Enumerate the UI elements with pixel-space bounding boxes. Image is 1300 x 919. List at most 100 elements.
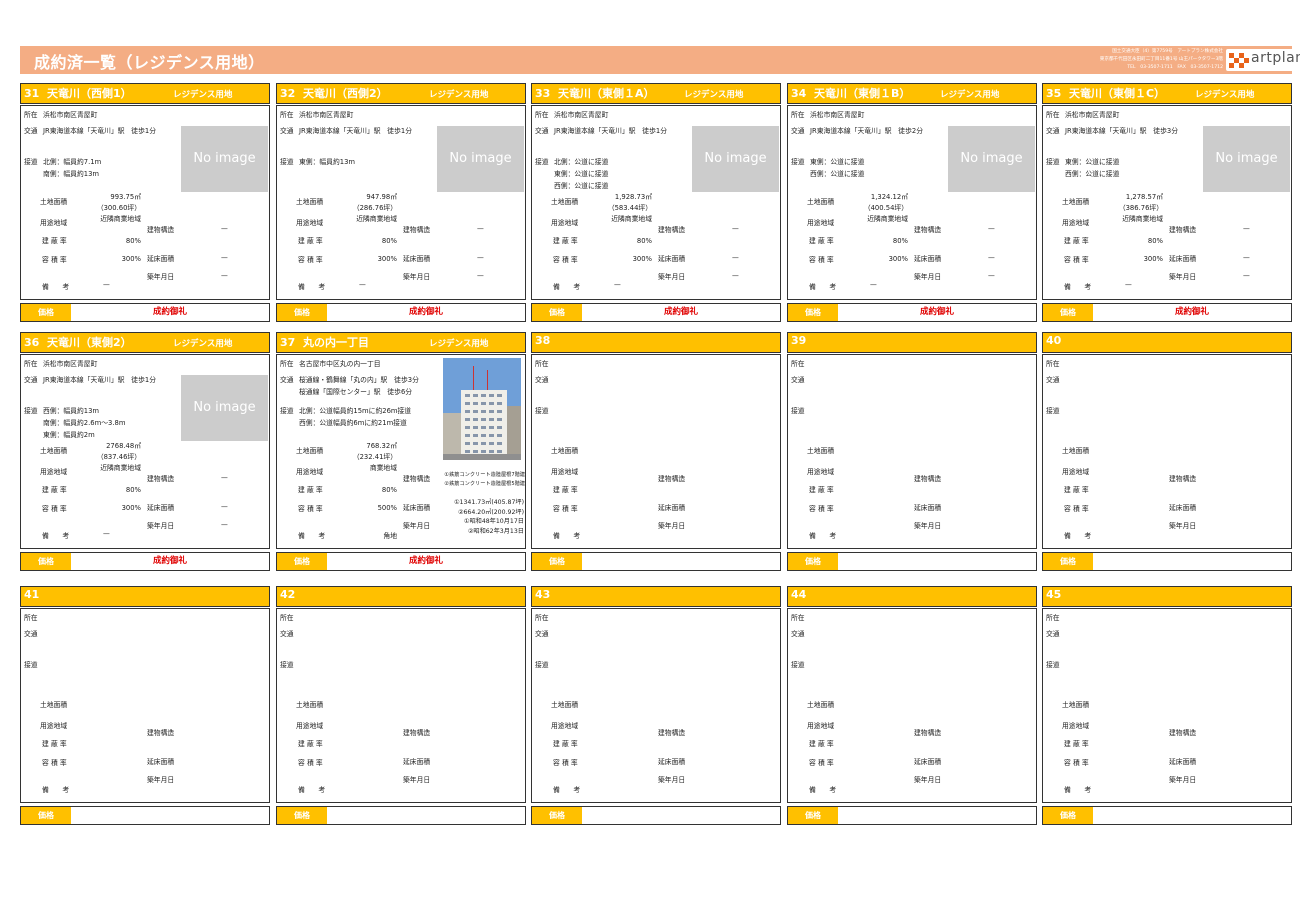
page-banner: 成約済一覧（レジデンス用地） 国土交通大臣（4）第7759号 アートプラン株式会… bbox=[20, 46, 1300, 74]
label-location: 所在 bbox=[1046, 111, 1060, 119]
label-structure: 建物構造 bbox=[658, 226, 686, 234]
zoning-value: 近隣商業地域 bbox=[100, 215, 141, 223]
label-land-area: 土地面積 bbox=[807, 447, 835, 455]
price-status: 成約御礼 bbox=[408, 307, 443, 317]
label-floor-area: 延床面積 bbox=[914, 255, 942, 263]
price-status bbox=[838, 807, 1036, 824]
transport-value: JR東海道本線「天竜川」駅 徒歩1分 bbox=[43, 127, 157, 135]
price-status: 成約御礼 bbox=[663, 307, 698, 317]
location-value: 浜松市南区青屋町 bbox=[43, 111, 98, 119]
label-transport: 交通 bbox=[791, 376, 805, 384]
label-coverage: 建 蔽 率 bbox=[809, 486, 834, 494]
label-zoning: 用途地域 bbox=[1062, 468, 1090, 476]
card-title: 41 bbox=[24, 588, 39, 601]
company-phone: TEL 03-3507-1711 FAX 03-3507-1712 bbox=[1127, 65, 1223, 70]
label-coverage: 建 蔽 率 bbox=[42, 740, 67, 748]
card-body: 所在 交通 接道 土地面積 用途地域建 蔽 率容 積 率備 考建物構造 延床面積 築年月日名… bbox=[276, 354, 526, 549]
price-label: 価格 bbox=[532, 304, 582, 321]
built-value: — bbox=[477, 272, 484, 280]
floor-area-value: ①1341.73㎡(405.87坪) bbox=[454, 499, 524, 506]
card-header: 34 天竜川（東側１B） レジデンス用地 bbox=[787, 83, 1037, 104]
price-row: 価格 bbox=[787, 552, 1037, 571]
label-coverage: 建 蔽 率 bbox=[809, 237, 834, 245]
label-zoning: 用途地域 bbox=[1062, 219, 1090, 227]
coverage-value: 80% bbox=[892, 237, 908, 245]
label-location: 所在 bbox=[535, 360, 549, 368]
transport-value: JR東海道本線「天竜川」駅 徒歩1分 bbox=[299, 127, 413, 135]
label-structure: 建物構造 bbox=[147, 729, 175, 737]
property-card: 32 天竜川（西側2） レジデンス用地 所在 交通 接道 土地面積 用途地域建 蔽 率容 積… bbox=[276, 83, 526, 322]
card-title: 34 天竜川（東側１B） bbox=[791, 85, 910, 101]
card-header: 32 天竜川（西側2） レジデンス用地 bbox=[276, 83, 526, 104]
company-logo: artplan bbox=[1226, 49, 1300, 71]
transport-value: JR東海道本線「天竜川」駅 徒歩3分 bbox=[1065, 127, 1179, 135]
road-value: 西側：公道に接道 bbox=[810, 170, 865, 178]
land-area-tsubo: （232.41坪） bbox=[352, 453, 397, 461]
road-value: 東側：公道に接道 bbox=[810, 158, 865, 166]
card-title: 45 bbox=[1046, 588, 1061, 601]
price-label: 価格 bbox=[788, 807, 838, 824]
property-card: 41 所在 交通 接道 土地面積 用途地域建 蔽 率容 積 率備 考 建物構造 延床面積 築年月… bbox=[20, 586, 270, 825]
label-far: 容 積 率 bbox=[42, 759, 67, 767]
coverage-value: 80% bbox=[381, 486, 397, 494]
road-value: 北側：公道幅員約15mに約26m接道 bbox=[299, 407, 412, 415]
price-status bbox=[1093, 553, 1291, 570]
card-body: 所在 交通 接道 土地面積 用途地域建 蔽 率容 積 率備 考 建物構造 延床面積 築年月日 bbox=[276, 608, 526, 803]
land-area-value: 2768.48㎡ bbox=[106, 442, 141, 450]
price-row: 価格 bbox=[276, 806, 526, 825]
label-far: 容 積 率 bbox=[809, 759, 834, 767]
label-far: 容 積 率 bbox=[553, 759, 578, 767]
card-number: 40 bbox=[1046, 334, 1062, 347]
land-area-tsubo: （300.60坪） bbox=[96, 204, 141, 212]
card-category: レジデンス用地 bbox=[1195, 90, 1255, 100]
label-built: 築年月日 bbox=[147, 273, 175, 281]
card-title: 33 天竜川（東側１A） bbox=[535, 85, 655, 101]
price-status: 成約御礼 bbox=[408, 556, 443, 566]
card-spacer bbox=[550, 87, 558, 100]
property-card: 33 天竜川（東側１A） レジデンス用地 所在 交通 接道 土地面積 用途地域建 蔽 率容 … bbox=[531, 83, 781, 322]
card-header: 44 bbox=[787, 586, 1037, 607]
label-zoning: 用途地域 bbox=[40, 468, 68, 476]
label-zoning: 用途地域 bbox=[296, 722, 324, 730]
property-card: 40 所在 交通 接道 土地面積 用途地域建 蔽 率容 積 率備 考 建物構造 延床面積 築年月… bbox=[1042, 332, 1292, 571]
property-card: 44 所在 交通 接道 土地面積 用途地域建 蔽 率容 積 率備 考 建物構造 延床面積 築年月… bbox=[787, 586, 1037, 825]
land-area-value: 768.32㎡ bbox=[366, 442, 397, 450]
label-built: 築年月日 bbox=[658, 776, 686, 784]
road-value: 南側：幅員約13m bbox=[43, 170, 100, 178]
structure-value: ①鉄筋コンクリート造陸屋根7階建 bbox=[444, 472, 525, 478]
land-area-tsubo: （837.46坪） bbox=[96, 453, 141, 461]
floor-area-value: — bbox=[988, 254, 995, 262]
property-card: 37 丸の内一丁目 レジデンス用地 所在 交通 接道 土地面積 用途地域建 蔽 率容 積 率… bbox=[276, 332, 526, 571]
price-label: 価格 bbox=[277, 807, 327, 824]
price-row: 価格 成約御礼 bbox=[787, 303, 1037, 322]
price-status bbox=[582, 553, 780, 570]
road-value: 東側：公道に接道 bbox=[554, 170, 609, 178]
zoning-value: 近隣商業地域 bbox=[867, 215, 908, 223]
label-remarks: 備 考 bbox=[298, 283, 326, 291]
card-title: 37 丸の内一丁目 bbox=[280, 334, 369, 350]
card-category: レジデンス用地 bbox=[684, 90, 744, 100]
label-structure: 建物構造 bbox=[1169, 226, 1197, 234]
label-road: 接道 bbox=[1046, 407, 1060, 415]
label-floor-area: 延床面積 bbox=[403, 758, 431, 766]
price-status bbox=[582, 807, 780, 824]
price-label: 価格 bbox=[1043, 807, 1093, 824]
transport-value: JR東海道本線「天竜川」駅 徒歩1分 bbox=[43, 376, 157, 384]
card-body: 所在 交通 接道 土地面積 用途地域建 蔽 率容 積 率備 考 建物構造 延床面積 築年月日 浜… bbox=[276, 105, 526, 300]
company-address: 東京都千代田区永田町二丁目11番1号 山王パークタワー3階 bbox=[1099, 57, 1223, 62]
price-status: 成約御礼 bbox=[919, 307, 954, 317]
label-land-area: 土地面積 bbox=[551, 198, 579, 206]
card-number: 32 bbox=[280, 87, 296, 100]
label-structure: 建物構造 bbox=[147, 226, 175, 234]
price-label: 価格 bbox=[532, 553, 582, 570]
label-coverage: 建 蔽 率 bbox=[42, 237, 67, 245]
structure-value: — bbox=[988, 225, 995, 233]
label-road: 接道 bbox=[24, 158, 38, 166]
land-area-value: 1,324.12㎡ bbox=[870, 193, 908, 201]
card-category: レジデンス用地 bbox=[173, 339, 233, 349]
label-land-area: 土地面積 bbox=[807, 701, 835, 709]
card-header: 39 bbox=[787, 332, 1037, 353]
label-zoning: 用途地域 bbox=[551, 722, 579, 730]
card-body: 所在 交通 接道 土地面積 用途地域建 蔽 率容 積 率備 考 建物構造 延床面積 築年月日 bbox=[20, 608, 270, 803]
coverage-value: 80% bbox=[1147, 237, 1163, 245]
